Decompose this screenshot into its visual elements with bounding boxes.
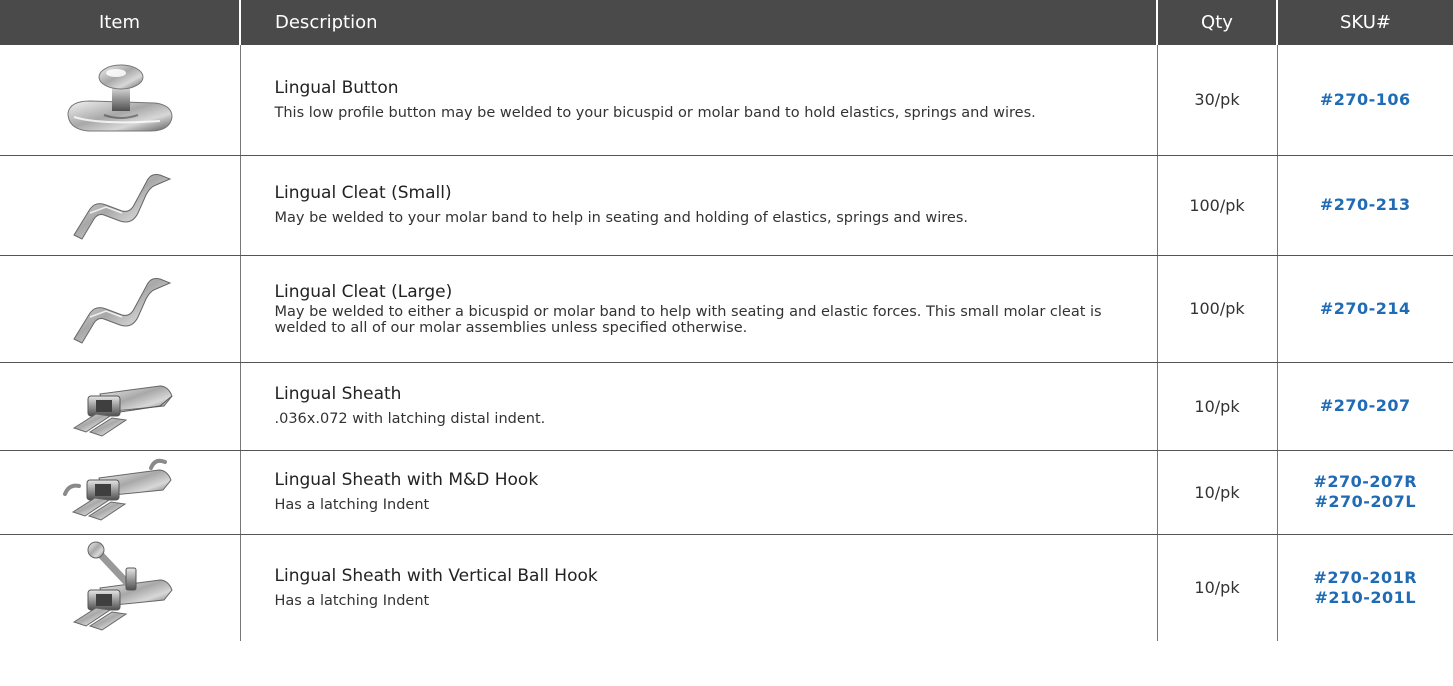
- qty-cell: 10/pk: [1157, 450, 1278, 535]
- header-qty: Qty: [1157, 0, 1278, 45]
- product-name: Lingual Sheath with M&D Hook: [274, 470, 539, 490]
- header-description: Description: [240, 0, 1158, 45]
- qty-cell: 30/pk: [1157, 45, 1278, 156]
- description-cell: Lingual Cleat (Small) May be welded to y…: [240, 155, 1158, 256]
- item-image-cell: [0, 362, 241, 451]
- lingual-sheath-md-hook-icon: [0, 454, 240, 530]
- description-cell: Lingual Sheath with Vertical Ball Hook H…: [240, 534, 1158, 641]
- product-description: May be welded to either a bicuspid or mo…: [274, 303, 1102, 336]
- product-description: Has a latching Indent: [274, 592, 430, 609]
- table-row: Lingual Cleat (Large) May be welded to e…: [0, 255, 1453, 363]
- qty-cell: 100/pk: [1157, 255, 1278, 363]
- sku-value: #270-207L: [1314, 492, 1417, 511]
- product-description: This low profile button may be welded to…: [274, 104, 1036, 121]
- sku-value: #270-201R: [1313, 567, 1418, 587]
- product-description: Has a latching Indent: [274, 497, 430, 513]
- sku-cell: #270-214: [1277, 255, 1453, 363]
- product-description: May be welded to your molar band to help…: [274, 210, 969, 226]
- item-image-cell: [0, 155, 241, 256]
- description-cell: Lingual Button This low profile button m…: [240, 45, 1158, 156]
- item-image-cell: [0, 45, 241, 156]
- product-table: Item Description Qty SKU# Lingual Button…: [0, 0, 1453, 641]
- table-row: Lingual Cleat (Small) May be welded to y…: [0, 155, 1453, 256]
- sku-value: #270-214: [1319, 298, 1411, 318]
- sku-value: #270-207: [1319, 396, 1411, 415]
- qty-cell: 100/pk: [1157, 155, 1278, 256]
- sku-value: #210-201L: [1314, 587, 1417, 607]
- table-row: Lingual Sheath with Vertical Ball Hook H…: [0, 534, 1453, 641]
- table-row: Lingual Sheath .036x.072 with latching d…: [0, 362, 1453, 451]
- header-item: Item: [0, 0, 241, 45]
- header-sku: SKU#: [1277, 0, 1453, 45]
- item-image-cell: [0, 255, 241, 363]
- sku-cell: #270-213: [1277, 155, 1453, 256]
- table-row: Lingual Button This low profile button m…: [0, 45, 1453, 156]
- lingual-cleat-icon: [0, 165, 240, 245]
- product-name: Lingual Button: [274, 77, 399, 98]
- sku-cell: #270-201R #210-201L: [1277, 534, 1453, 641]
- sku-cell: #270-207R #270-207L: [1277, 450, 1453, 535]
- lingual-cleat-icon: [0, 269, 240, 349]
- lingual-button-icon: [0, 55, 240, 145]
- lingual-sheath-ball-hook-icon: [0, 538, 240, 638]
- description-cell: Lingual Cleat (Large) May be welded to e…: [240, 255, 1158, 363]
- product-name: Lingual Cleat (Small): [274, 183, 452, 203]
- sku-cell: #270-106: [1277, 45, 1453, 156]
- product-name: Lingual Sheath with Vertical Ball Hook: [274, 565, 598, 586]
- table-header-row: Item Description Qty SKU#: [0, 0, 1453, 45]
- description-cell: Lingual Sheath with M&D Hook Has a latch…: [240, 450, 1158, 535]
- item-image-cell: [0, 534, 241, 641]
- sku-value: #270-106: [1319, 89, 1411, 109]
- description-cell: Lingual Sheath .036x.072 with latching d…: [240, 362, 1158, 451]
- product-name: Lingual Cleat (Large): [274, 281, 453, 302]
- qty-cell: 10/pk: [1157, 362, 1278, 451]
- qty-cell: 10/pk: [1157, 534, 1278, 641]
- item-image-cell: [0, 450, 241, 535]
- lingual-sheath-icon: [0, 366, 240, 446]
- product-name: Lingual Sheath: [274, 384, 402, 404]
- sku-value: #270-207R: [1313, 472, 1418, 491]
- sku-value: #270-213: [1319, 195, 1411, 214]
- product-description: .036x.072 with latching distal indent.: [274, 411, 546, 427]
- sku-cell: #270-207: [1277, 362, 1453, 451]
- table-row: Lingual Sheath with M&D Hook Has a latch…: [0, 450, 1453, 535]
